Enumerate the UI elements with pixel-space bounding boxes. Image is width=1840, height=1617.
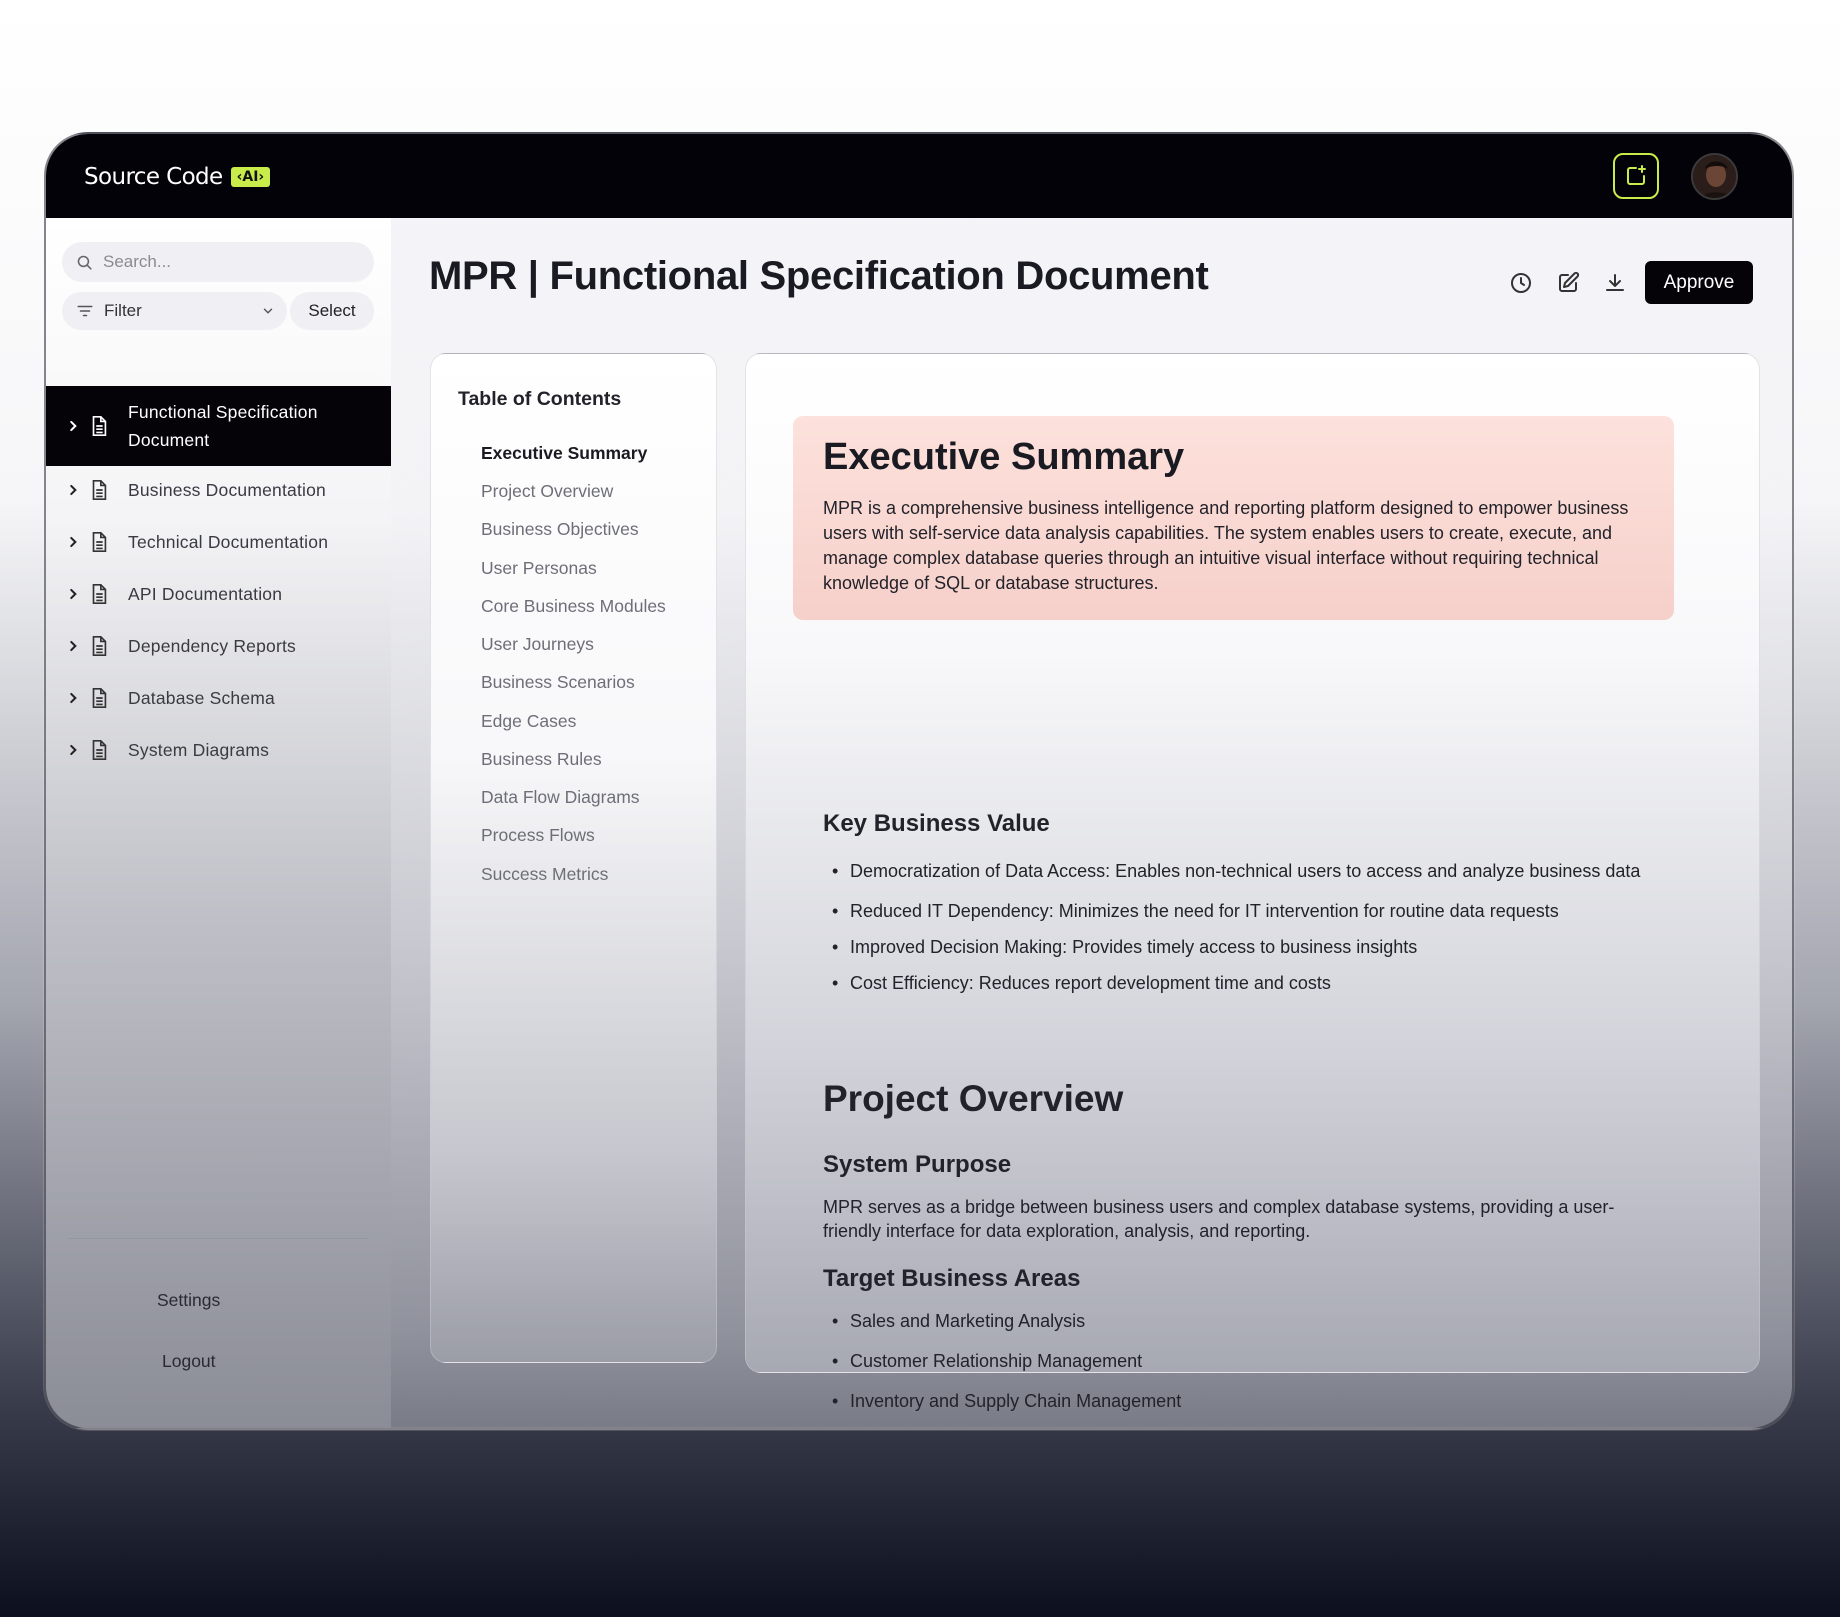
chevron-right-icon (70, 588, 77, 600)
user-avatar[interactable] (1691, 153, 1738, 200)
sidebar-item-database-schema[interactable]: Database Schema (46, 678, 391, 718)
sidebar-item-label: Technical Documentation (128, 532, 329, 552)
list-item: Sales and Marketing Analysis (832, 1309, 1650, 1333)
document-icon (92, 532, 107, 552)
toc-item-success-metrics[interactable]: Success Metrics (481, 864, 608, 885)
executive-summary-text: MPR is a comprehensive business intellig… (823, 498, 1629, 593)
toc-item-business-scenarios[interactable]: Business Scenarios (481, 672, 635, 693)
sidebar-item-label: API Documentation (128, 584, 283, 604)
toc-item-data-flow-diagrams[interactable]: Data Flow Diagrams (481, 787, 640, 808)
chevron-right-icon (70, 536, 77, 548)
toc-item-user-personas[interactable]: User Personas (481, 558, 597, 579)
settings-link[interactable]: Settings (157, 1290, 220, 1311)
sidebar-item-business-documentation[interactable]: Business Documentation (46, 470, 391, 510)
chevron-right-icon (70, 744, 77, 756)
project-overview-heading: Project Overview (823, 1078, 1124, 1119)
list-item: Democratization of Data Access: Enables … (832, 859, 1650, 883)
search-placeholder: Search... (103, 252, 172, 271)
sparkle-square-icon (1627, 165, 1646, 185)
top-bar: Source Code ‹AI› (46, 134, 1792, 218)
sidebar-item-label: Business Documentation (128, 480, 326, 500)
list-item: Customer Relationship Management (832, 1349, 1650, 1373)
approve-button[interactable]: Approve (1645, 261, 1753, 304)
select-button[interactable]: Select (290, 292, 374, 330)
toc-item-edge-cases[interactable]: Edge Cases (481, 711, 576, 732)
toc-item-project-overview[interactable]: Project Overview (481, 481, 613, 502)
toc-item-business-rules[interactable]: Business Rules (481, 749, 602, 770)
logo[interactable]: Source Code ‹AI› (84, 164, 271, 190)
edit-icon (1559, 271, 1580, 292)
chevron-down-icon (263, 308, 273, 314)
download-icon (1606, 274, 1624, 291)
document-icon (92, 416, 107, 436)
toc-item-user-journeys[interactable]: User Journeys (481, 634, 594, 655)
sidebar-item-dependency-reports[interactable]: Dependency Reports (46, 626, 391, 666)
list-item: Cost Efficiency: Reduces report developm… (832, 971, 1650, 995)
document-icon (92, 688, 107, 708)
search-icon (77, 255, 92, 270)
download-button[interactable] (1600, 268, 1630, 298)
list-item: Improved Decision Making: Provides timel… (832, 935, 1650, 959)
executive-summary-callout: Executive Summary MPR is a comprehensive… (793, 416, 1674, 620)
key-business-value-heading: Key Business Value (823, 810, 1050, 837)
target-business-areas-heading: Target Business Areas (823, 1265, 1081, 1292)
app-window: Source Code ‹AI› Search... Filter Select… (44, 132, 1794, 1430)
chevron-right-icon (70, 420, 77, 432)
edit-button[interactable] (1553, 268, 1583, 298)
ai-assistant-button[interactable] (1613, 153, 1659, 199)
filter-dropdown[interactable]: Filter (62, 292, 287, 330)
toc-title: Table of Contents (458, 388, 622, 410)
key-business-value-list: Democratization of Data Access: Enables … (832, 859, 1650, 995)
avatar-image (1693, 155, 1736, 198)
history-button[interactable] (1506, 268, 1536, 298)
brand-badge: ‹AI› (230, 167, 271, 187)
filter-label: Filter (104, 301, 142, 320)
sidebar-divider (68, 1238, 368, 1239)
document-icon (92, 584, 107, 604)
document-icon (92, 480, 107, 500)
sidebar-item-label: Database Schema (128, 688, 275, 708)
filter-icon (77, 305, 93, 317)
document-panel: Executive Summary MPR is a comprehensive… (745, 353, 1760, 1413)
brand-name: Source Code (84, 164, 223, 190)
toc-item-executive-summary[interactable]: Executive Summary (481, 443, 647, 464)
chevron-right-icon (70, 484, 77, 496)
search-input[interactable]: Search... (62, 242, 374, 282)
chevron-right-icon (70, 692, 77, 704)
list-item: Reduced IT Dependency: Minimizes the nee… (832, 899, 1650, 923)
executive-summary-heading: Executive Summary (823, 436, 1185, 478)
history-icon (1511, 273, 1531, 293)
sidebar-item-api-documentation[interactable]: API Documentation (46, 574, 391, 614)
toc-item-core-business-modules[interactable]: Core Business Modules (481, 596, 666, 617)
logout-link[interactable]: Logout (162, 1351, 216, 1372)
sidebar: Search... Filter Select Functional Speci… (46, 218, 391, 1428)
list-item: Inventory and Supply Chain Management (832, 1389, 1650, 1413)
page-title: MPR | Functional Specification Document (429, 254, 1209, 298)
sidebar-item-label: System Diagrams (128, 740, 270, 760)
document-icon (92, 740, 107, 760)
toc-item-business-objectives[interactable]: Business Objectives (481, 519, 639, 540)
sidebar-item-system-diagrams[interactable]: System Diagrams (46, 730, 391, 770)
sidebar-item-technical-documentation[interactable]: Technical Documentation (46, 522, 391, 562)
system-purpose-heading: System Purpose (823, 1151, 1012, 1178)
sidebar-item-label: Dependency Reports (128, 636, 297, 656)
system-purpose-text: MPR serves as a bridge between business … (823, 1197, 1615, 1241)
target-business-areas-list: Sales and Marketing Analysis Customer Re… (832, 1309, 1650, 1413)
toc-item-process-flows[interactable]: Process Flows (481, 825, 595, 846)
sidebar-item-label: Functional Specification Document (128, 402, 318, 450)
table-of-contents: Table of Contents Executive Summary Proj… (430, 353, 717, 1363)
chevron-right-icon (70, 640, 77, 652)
sidebar-item-functional-specification[interactable]: Functional Specification Document (46, 386, 391, 466)
document-icon (92, 636, 107, 656)
